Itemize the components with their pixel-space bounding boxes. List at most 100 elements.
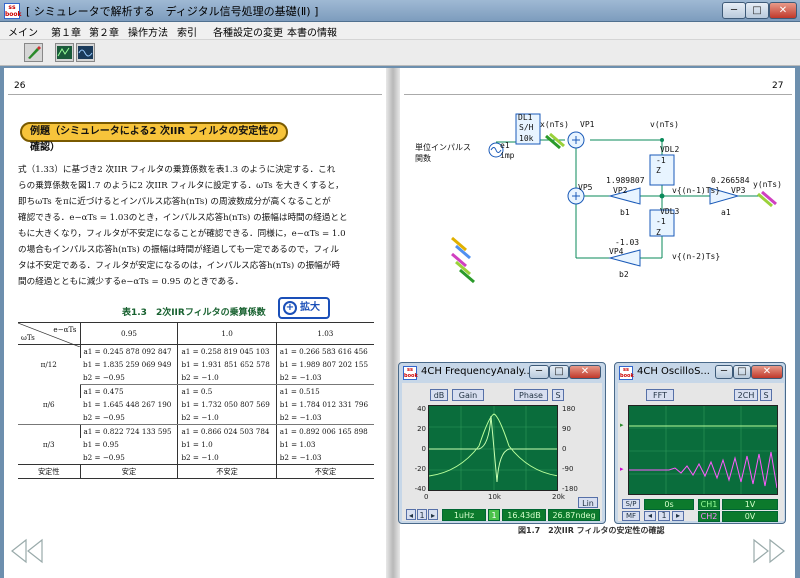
corner-bottom-label: ωTs [21, 333, 35, 342]
oscilloscope-window[interactable]: ss book 4CH OscilloS... ─ □ ✕ FFT 2CH S … [614, 362, 786, 524]
scope-maximize-button[interactable]: □ [733, 365, 751, 379]
menu-operation[interactable]: 操作方法 [128, 24, 168, 39]
table-cell: a1 = 0.892 006 165 898 [275, 424, 374, 438]
freq-prev-button[interactable]: ◂ [406, 509, 416, 520]
table-cell: a1 = 0.515 [275, 384, 374, 398]
analyzer-close-button[interactable]: ✕ [569, 365, 601, 379]
maximize-button[interactable]: □ [745, 2, 769, 19]
menu-book-info[interactable]: 本書の情報 [287, 24, 337, 39]
y-label: y(nTs) [753, 180, 782, 189]
pen-tool-button[interactable] [24, 43, 43, 62]
menu-chapter1[interactable]: 第１章 [51, 24, 81, 39]
gain-tick: 40 [417, 405, 426, 413]
b2-label: b2 [619, 270, 629, 279]
app-icon[interactable]: ss book [4, 3, 22, 19]
vdl3-z: Z [656, 228, 661, 237]
phase-axis-labels: 180 90 0 -90 -180 [562, 399, 586, 499]
freq-ch-indicator[interactable]: 1 [417, 509, 427, 520]
table-cell: b2 = −0.95 [80, 371, 178, 385]
fft-button[interactable]: FFT [646, 389, 674, 401]
a1-label: a1 [721, 208, 731, 217]
vdl2-z: Z [656, 166, 661, 175]
table-cell: a1 = 0.258 819 045 103 [177, 344, 277, 358]
menu-chapter2[interactable]: 第２章 [89, 24, 119, 39]
vn2-label: v{(n-2)Ts} [672, 252, 721, 261]
sp-button[interactable]: S/P [622, 499, 640, 509]
lin-button[interactable]: Lin [578, 497, 598, 508]
close-button[interactable]: ✕ [769, 2, 797, 19]
analyzer-minimize-button[interactable]: ─ [529, 365, 549, 379]
stability-cell: 安定 [79, 464, 178, 479]
vp1-label: VP1 [580, 120, 595, 129]
stability-label: 安定性 [18, 464, 80, 479]
table-cell: b2 = −1.0 [177, 411, 277, 425]
toolbar [0, 40, 800, 66]
body-line: 式（1.33）に基づき2 次IIR フィルタの乗算係数を表1.3 のように決定す… [18, 165, 336, 175]
zoom-button-label: 拡大 [300, 302, 320, 313]
table-cell: b1 = 1.835 259 069 949 [83, 360, 172, 369]
frequency-response-plot [428, 405, 558, 491]
body-paragraph: 式（1.33）に基づき2 次IIR フィルタの乗算係数を表1.3 のように決定す… [18, 162, 378, 290]
oscilloscope-tool-button[interactable] [76, 43, 95, 62]
table-cell: a1 = 0.266 583 616 456 [275, 344, 374, 358]
frequency-analyzer-window[interactable]: ss book 4CH FrequencyAnaly... ─ □ ✕ dB G… [398, 362, 606, 524]
zoom-button[interactable]: + 拡大 [278, 297, 330, 319]
table-cell: a1 = 0.5 [177, 384, 277, 398]
gain-display: 16.43dB [502, 509, 546, 521]
body-line: もに大きくなり，フィルタが不安定になることが確認できる．同様に，e−αTs = … [18, 229, 346, 239]
gain-tick: 20 [417, 425, 426, 433]
gain-button[interactable]: Gain [452, 389, 484, 401]
channel-count-button[interactable]: 2CH [734, 389, 758, 401]
scope-next-button[interactable]: ▸ [672, 511, 684, 521]
phase-tick: -180 [562, 485, 578, 493]
next-page-button[interactable] [748, 536, 792, 569]
row-group-label: π/6 [18, 384, 80, 425]
ch2-value: 0V [722, 511, 778, 522]
right-page-rule [404, 94, 792, 95]
analyzer-window-icon: ss book [403, 366, 418, 380]
ch1-marker: ▸ [620, 421, 624, 429]
scope-ch-indicator[interactable]: 1 [658, 511, 670, 521]
table-cell: a1 = 0.245 878 092 847 [79, 344, 178, 358]
scope-prev-button[interactable]: ◂ [644, 511, 656, 521]
analyzer-tool-button[interactable] [55, 43, 74, 62]
minimize-button[interactable]: ─ [722, 2, 746, 19]
table-cell: b2 = −0.95 [80, 411, 178, 425]
phase-button[interactable]: Phase [514, 389, 548, 401]
mf-button[interactable]: MF [622, 511, 640, 521]
scope-s-button[interactable]: S [760, 389, 772, 401]
gain-axis-labels: 40 20 0 -20 -40 [410, 399, 426, 499]
row-group-label: π/3 [42, 440, 55, 449]
menu-index[interactable]: 索引 [177, 24, 197, 39]
analyzer-maximize-button[interactable]: □ [549, 365, 569, 379]
time-display: 0s [644, 499, 694, 510]
double-right-arrow-icon [753, 538, 785, 564]
x-tick: 20k [552, 493, 565, 501]
right-page-number: 27 [772, 81, 784, 91]
ch1-value: 1V [722, 499, 778, 510]
prev-page-button[interactable] [8, 536, 48, 573]
body-line: らの乗算係数を図1.7 のように2 次IIR フィルタに設定する．ωTs を大き… [18, 181, 344, 191]
scope-window-title: 4CH OscilloS... [637, 366, 710, 377]
pen-icon [28, 46, 41, 59]
menu-main[interactable]: メイン [8, 24, 38, 39]
phase-display: 26.87ndeg [548, 509, 600, 521]
scope-minimize-button[interactable]: ─ [715, 365, 733, 379]
zoom-plus-icon: + [283, 301, 297, 315]
iir-block-diagram [451, 113, 777, 284]
table-cell: b2 = −0.95 [83, 453, 125, 462]
vdl3-label: VDL3 [660, 207, 680, 216]
menu-settings[interactable]: 各種設定の変更 [213, 24, 283, 39]
corner-top-label: e−αTs [53, 325, 77, 334]
vdl2-label: VDL2 [660, 145, 680, 154]
vp3-label: VP3 [731, 186, 746, 195]
vdl3-minus-one: -1 [656, 217, 666, 226]
scope-panel: FFT 2CH S ▸ ▸ S/P MF 0s ◂ 1 ▸ CH1 1V CH2… [618, 383, 784, 522]
db-button[interactable]: dB [430, 389, 448, 401]
scope-close-button[interactable]: ✕ [751, 365, 783, 379]
figure-caption: 図1.7 2次IIR フィルタの安定性の確認 [518, 526, 665, 535]
vp3-value: 0.266584 [711, 176, 750, 185]
freq-next-button[interactable]: ▸ [428, 509, 438, 520]
phase-tick: -90 [562, 465, 574, 473]
table-cell: b2 = −1.03 [275, 371, 374, 385]
